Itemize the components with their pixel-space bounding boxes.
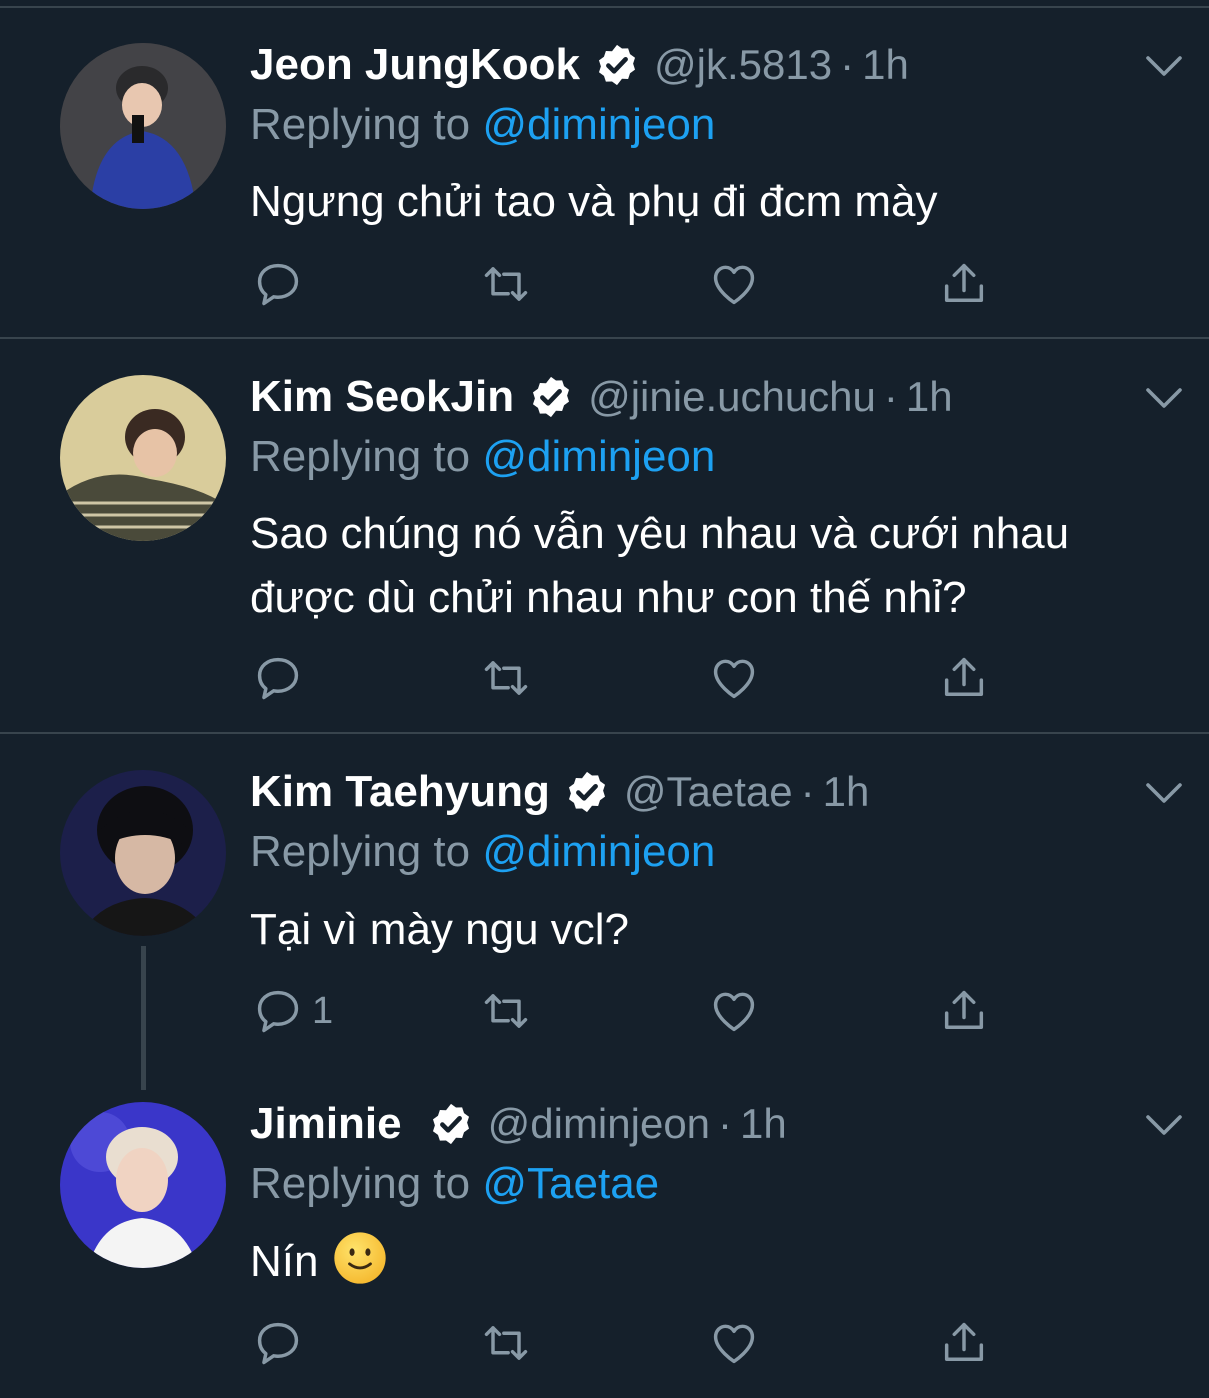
share-button[interactable] (938, 1315, 990, 1371)
retweet-button[interactable] (480, 1315, 532, 1371)
replying-prefix: Replying to (250, 1159, 471, 1208)
avatar[interactable] (60, 770, 226, 936)
replying-to: Replying to @Taetae (250, 1159, 659, 1209)
replying-prefix: Replying to (250, 432, 471, 481)
user-handle[interactable]: @jinie.uchuchu (588, 373, 876, 421)
chevron-down-icon[interactable] (1140, 1101, 1188, 1149)
tweet-header: Kim SeokJin @jinie.uchuchu · 1h (250, 367, 953, 427)
user-handle[interactable]: @diminjeon (488, 1100, 710, 1148)
like-icon (713, 659, 755, 699)
display-name[interactable]: Jeon JungKook (250, 40, 580, 90)
reply-count: 1 (312, 989, 334, 1032)
mention-link[interactable]: @diminjeon (482, 432, 715, 481)
reply-button[interactable] (252, 650, 312, 706)
display-name[interactable]: Kim SeokJin (250, 372, 514, 422)
tweet-header: Jiminie @diminjeon · 1h (250, 1094, 787, 1154)
tweet-actions (250, 1315, 1010, 1375)
replying-to: Replying to @diminjeon (250, 100, 715, 150)
like-button[interactable] (708, 1315, 760, 1371)
like-button[interactable] (708, 983, 760, 1039)
avatar[interactable] (60, 1102, 226, 1268)
share-icon (944, 1322, 984, 1361)
replying-prefix: Replying to (250, 100, 471, 149)
verified-badge-icon (432, 1103, 469, 1145)
avatar[interactable] (60, 43, 226, 209)
like-button[interactable] (708, 650, 760, 706)
reply-icon (257, 657, 299, 700)
display-name[interactable]: Kim Taehyung (250, 767, 550, 817)
timestamp[interactable]: 1h (906, 373, 953, 421)
like-icon (713, 992, 755, 1032)
slightly-smiling-face-emoji (334, 1232, 387, 1284)
mention-link[interactable]: @diminjeon (482, 827, 715, 876)
verified-badge-icon (533, 376, 570, 418)
like-icon (713, 1324, 755, 1364)
mention-link[interactable]: @diminjeon (482, 100, 715, 149)
tweet-actions (250, 256, 1010, 316)
avatar-image (60, 1102, 226, 1268)
tweet-text: Nín (250, 1237, 319, 1286)
top-divider (0, 6, 1209, 8)
user-handle[interactable]: @jk.5813 (654, 41, 832, 89)
replying-prefix: Replying to (250, 827, 471, 876)
tweet-text-container: Nín (250, 1230, 1170, 1294)
tweet-text: Sao chúng nó vẫn yêu nhau và cưới nhau đ… (250, 509, 1070, 622)
reply-icon (257, 263, 299, 306)
dot-separator: · (718, 1100, 733, 1147)
tweet-header: Jeon JungKook @jk.5813 · 1h (250, 35, 909, 95)
tweet-divider (0, 732, 1209, 734)
replying-to: Replying to @diminjeon (250, 432, 715, 482)
share-icon (944, 990, 984, 1029)
avatar-image (60, 770, 226, 936)
tweet-text: Ngưng chửi tao và phụ đi đcm mày (250, 177, 938, 226)
share-icon (944, 657, 984, 696)
share-button[interactable] (938, 650, 990, 706)
replying-to: Replying to @diminjeon (250, 827, 715, 877)
avatar-image (60, 43, 226, 209)
chevron-down-icon[interactable] (1140, 42, 1188, 90)
chevron-down-icon[interactable] (1140, 769, 1188, 817)
display-name[interactable]: Jiminie (250, 1099, 402, 1149)
retweet-icon (484, 994, 528, 1028)
reply-icon (257, 990, 299, 1033)
tweet-actions: 1 (250, 983, 1010, 1043)
tweet-actions (250, 650, 1010, 710)
retweet-button[interactable] (480, 256, 532, 312)
retweet-button[interactable] (480, 983, 532, 1039)
timestamp[interactable]: 1h (740, 1100, 787, 1148)
thread-connector (141, 946, 146, 1090)
verified-badge-icon (568, 771, 605, 813)
user-handle[interactable]: @Taetae (624, 768, 793, 816)
tweet-divider (0, 337, 1209, 339)
share-icon (944, 263, 984, 302)
dot-separator: · (883, 373, 898, 420)
reply-button[interactable] (252, 256, 312, 312)
reply-icon (257, 1322, 299, 1365)
retweet-icon (484, 661, 528, 695)
retweet-button[interactable] (480, 650, 532, 706)
mention-link[interactable]: @Taetae (482, 1159, 659, 1208)
timestamp[interactable]: 1h (862, 41, 909, 89)
avatar-image (60, 375, 226, 541)
share-button[interactable] (938, 256, 990, 312)
tweet-text: Tại vì mày ngu vcl? (250, 905, 630, 954)
reply-button[interactable]: 1 (252, 983, 333, 1039)
avatar[interactable] (60, 375, 226, 541)
like-button[interactable] (708, 256, 760, 312)
reply-button[interactable] (252, 1315, 312, 1371)
share-button[interactable] (938, 983, 990, 1039)
retweet-icon (484, 1326, 528, 1360)
chevron-down-icon[interactable] (1140, 374, 1188, 422)
dot-separator: · (800, 768, 815, 815)
like-icon (713, 265, 755, 305)
verified-badge-icon (599, 44, 636, 86)
tweet-header: Kim Taehyung @Taetae · 1h (250, 762, 869, 822)
timestamp[interactable]: 1h (823, 768, 870, 816)
dot-separator: · (840, 41, 855, 88)
retweet-icon (484, 267, 528, 301)
